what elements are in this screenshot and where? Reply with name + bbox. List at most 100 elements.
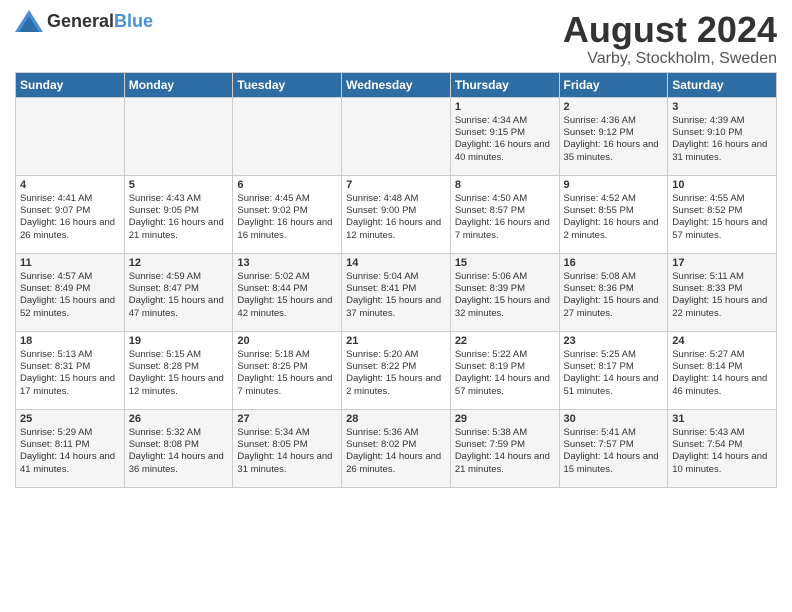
day-info: Sunset: 8:57 PM [455,205,555,217]
day-number: 18 [20,335,120,347]
day-info: Sunrise: 4:45 AM [237,193,337,205]
day-info: Sunrise: 4:43 AM [129,193,229,205]
day-info: Daylight: 14 hours and 46 minutes. [672,373,772,398]
calendar-cell: 17Sunrise: 5:11 AMSunset: 8:33 PMDayligh… [668,253,777,331]
calendar-cell: 28Sunrise: 5:36 AMSunset: 8:02 PMDayligh… [342,409,451,487]
calendar-cell: 7Sunrise: 4:48 AMSunset: 9:00 PMDaylight… [342,175,451,253]
day-number: 12 [129,257,229,269]
calendar-cell [124,97,233,175]
header: GeneralBlue August 2024 Varby, Stockholm… [15,10,777,68]
calendar-cell: 1Sunrise: 4:34 AMSunset: 9:15 PMDaylight… [450,97,559,175]
calendar-cell: 22Sunrise: 5:22 AMSunset: 8:19 PMDayligh… [450,331,559,409]
day-info: Daylight: 16 hours and 12 minutes. [346,217,446,242]
day-info: Daylight: 16 hours and 31 minutes. [672,139,772,164]
day-info: Sunrise: 4:57 AM [20,271,120,283]
day-info: Sunrise: 5:29 AM [20,427,120,439]
day-info: Sunrise: 5:20 AM [346,349,446,361]
day-info: Sunrise: 4:34 AM [455,115,555,127]
calendar-cell: 2Sunrise: 4:36 AMSunset: 9:12 PMDaylight… [559,97,668,175]
day-info: Sunset: 8:02 PM [346,439,446,451]
day-info: Sunrise: 5:13 AM [20,349,120,361]
day-info: Sunset: 8:33 PM [672,283,772,295]
day-info: Sunrise: 5:36 AM [346,427,446,439]
calendar-cell: 25Sunrise: 5:29 AMSunset: 8:11 PMDayligh… [16,409,125,487]
day-info: Sunrise: 4:41 AM [20,193,120,205]
day-number: 5 [129,179,229,191]
day-number: 10 [672,179,772,191]
day-info: Sunset: 8:47 PM [129,283,229,295]
day-info: Sunrise: 5:41 AM [564,427,664,439]
calendar-cell: 16Sunrise: 5:08 AMSunset: 8:36 PMDayligh… [559,253,668,331]
day-info: Sunrise: 5:04 AM [346,271,446,283]
calendar-table: Sunday Monday Tuesday Wednesday Thursday… [15,72,777,488]
calendar-cell: 9Sunrise: 4:52 AMSunset: 8:55 PMDaylight… [559,175,668,253]
calendar-cell: 15Sunrise: 5:06 AMSunset: 8:39 PMDayligh… [450,253,559,331]
calendar-cell: 27Sunrise: 5:34 AMSunset: 8:05 PMDayligh… [233,409,342,487]
day-info: Sunset: 8:28 PM [129,361,229,373]
day-number: 2 [564,101,664,113]
day-info: Sunrise: 4:36 AM [564,115,664,127]
week-row-1: 1Sunrise: 4:34 AMSunset: 9:15 PMDaylight… [16,97,777,175]
day-number: 1 [455,101,555,113]
day-info: Daylight: 15 hours and 7 minutes. [237,373,337,398]
day-info: Sunset: 9:10 PM [672,127,772,139]
day-number: 26 [129,413,229,425]
day-number: 3 [672,101,772,113]
day-info: Sunset: 8:55 PM [564,205,664,217]
day-info: Sunrise: 4:52 AM [564,193,664,205]
calendar-cell: 30Sunrise: 5:41 AMSunset: 7:57 PMDayligh… [559,409,668,487]
day-info: Daylight: 14 hours and 36 minutes. [129,451,229,476]
calendar-cell: 23Sunrise: 5:25 AMSunset: 8:17 PMDayligh… [559,331,668,409]
day-number: 13 [237,257,337,269]
day-number: 7 [346,179,446,191]
day-info: Sunrise: 5:22 AM [455,349,555,361]
week-row-4: 18Sunrise: 5:13 AMSunset: 8:31 PMDayligh… [16,331,777,409]
day-info: Daylight: 15 hours and 12 minutes. [129,373,229,398]
day-info: Daylight: 15 hours and 32 minutes. [455,295,555,320]
day-number: 21 [346,335,446,347]
day-info: Sunrise: 5:02 AM [237,271,337,283]
day-number: 30 [564,413,664,425]
header-monday: Monday [124,72,233,97]
day-info: Sunset: 8:44 PM [237,283,337,295]
day-info: Daylight: 15 hours and 17 minutes. [20,373,120,398]
day-info: Sunrise: 5:11 AM [672,271,772,283]
calendar-cell [16,97,125,175]
day-info: Daylight: 16 hours and 40 minutes. [455,139,555,164]
day-number: 6 [237,179,337,191]
calendar-cell: 11Sunrise: 4:57 AMSunset: 8:49 PMDayligh… [16,253,125,331]
day-number: 14 [346,257,446,269]
day-info: Daylight: 15 hours and 2 minutes. [346,373,446,398]
day-info: Sunrise: 5:34 AM [237,427,337,439]
day-info: Sunset: 9:12 PM [564,127,664,139]
day-info: Sunset: 8:17 PM [564,361,664,373]
logo-text: GeneralBlue [47,11,153,32]
day-info: Sunset: 9:05 PM [129,205,229,217]
day-number: 28 [346,413,446,425]
week-row-3: 11Sunrise: 4:57 AMSunset: 8:49 PMDayligh… [16,253,777,331]
day-info: Sunrise: 5:15 AM [129,349,229,361]
calendar-cell: 21Sunrise: 5:20 AMSunset: 8:22 PMDayligh… [342,331,451,409]
header-row: Sunday Monday Tuesday Wednesday Thursday… [16,72,777,97]
day-number: 16 [564,257,664,269]
calendar-cell: 6Sunrise: 4:45 AMSunset: 9:02 PMDaylight… [233,175,342,253]
day-info: Daylight: 15 hours and 42 minutes. [237,295,337,320]
calendar-cell: 19Sunrise: 5:15 AMSunset: 8:28 PMDayligh… [124,331,233,409]
day-info: Sunrise: 5:06 AM [455,271,555,283]
day-info: Sunrise: 4:50 AM [455,193,555,205]
day-info: Sunset: 8:41 PM [346,283,446,295]
day-info: Daylight: 15 hours and 47 minutes. [129,295,229,320]
day-info: Sunset: 9:00 PM [346,205,446,217]
day-info: Sunset: 8:14 PM [672,361,772,373]
logo-general: General [47,11,114,31]
day-info: Sunrise: 4:39 AM [672,115,772,127]
day-info: Daylight: 16 hours and 26 minutes. [20,217,120,242]
logo-icon [15,10,43,32]
day-info: Daylight: 15 hours and 22 minutes. [672,295,772,320]
day-info: Sunrise: 5:32 AM [129,427,229,439]
day-number: 31 [672,413,772,425]
day-number: 23 [564,335,664,347]
day-info: Sunrise: 5:08 AM [564,271,664,283]
calendar-cell [233,97,342,175]
location-subtitle: Varby, Stockholm, Sweden [563,50,777,68]
